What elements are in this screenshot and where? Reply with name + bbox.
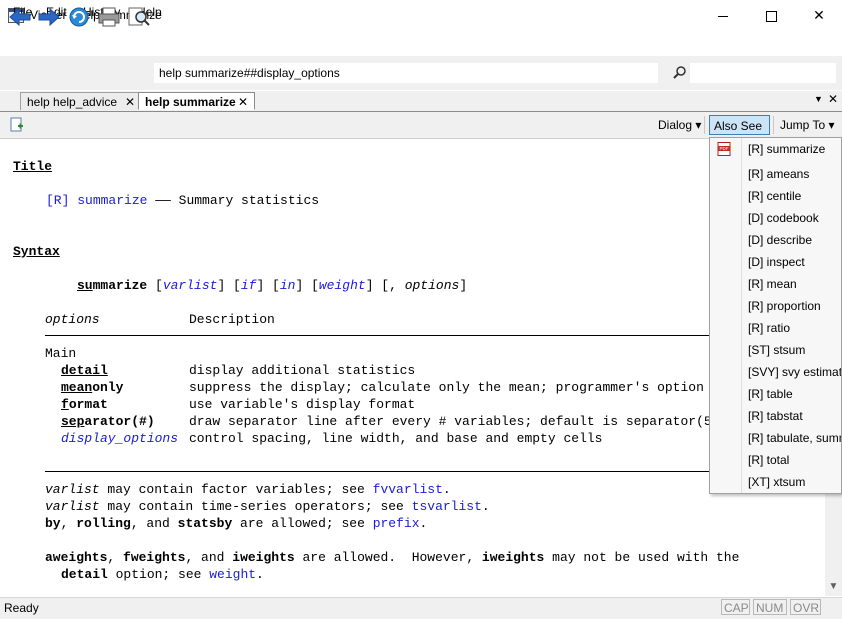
also-see-item[interactable]: [R] tabstat	[748, 405, 803, 427]
close-icon: ✕	[813, 7, 825, 23]
note-factor-variables: varlist may contain factor variables; se…	[45, 482, 451, 497]
note-weights: aweights, fweights, and iweights are all…	[45, 550, 740, 565]
also-see-button[interactable]: Also See ▾	[709, 115, 770, 153]
note-weights-cont: detail option; see weight.	[61, 567, 264, 582]
option-format: format	[61, 397, 108, 412]
group-main: Main	[45, 346, 77, 361]
option-detail: detail	[61, 363, 108, 378]
fvvarlist-link[interactable]: fvvarlist	[373, 482, 443, 497]
refresh-icon[interactable]	[67, 6, 91, 28]
also-see-item[interactable]: [R] mean	[748, 273, 797, 295]
minimize-button[interactable]	[700, 0, 746, 31]
varlist-link[interactable]: varlist	[163, 278, 218, 293]
scroll-down-icon[interactable]: ▼	[825, 578, 842, 595]
menu-bar	[0, 31, 842, 55]
find-document-icon[interactable]	[127, 6, 151, 28]
also-see-item[interactable]: [D] describe	[748, 229, 812, 251]
maximize-button[interactable]	[748, 0, 794, 31]
tab-close-icon[interactable]: ✕	[238, 93, 248, 111]
caps-lock-indicator: CAP	[721, 599, 750, 615]
also-see-item[interactable]: [R] centile	[748, 185, 801, 207]
weight-help-link[interactable]: weight	[209, 567, 256, 582]
syntax-line: summarize [varlist] [if] [in] [weight] […	[77, 278, 468, 293]
also-see-item[interactable]: [ST] stsum	[748, 339, 805, 361]
new-viewer-icon[interactable]	[10, 117, 24, 133]
toolbar-divider	[773, 116, 774, 134]
also-see-item[interactable]: [R] total	[748, 449, 789, 471]
help-content: Title [R] summarize —— Summary statistic…	[0, 139, 825, 596]
also-see-item[interactable]: [R] tabulate, summarize()	[748, 427, 841, 449]
table-header-description: Description	[189, 312, 275, 327]
also-see-item[interactable]: [R] ameans	[748, 163, 809, 185]
svg-text:PDF: PDF	[720, 146, 729, 151]
option-meanonly: meanonly	[61, 380, 124, 395]
divider	[45, 335, 825, 336]
display-options-desc: control spacing, line width, and base an…	[189, 431, 603, 446]
search-icon[interactable]	[672, 65, 688, 81]
divider	[45, 471, 825, 472]
note-time-series: varlist may contain time-series operator…	[45, 499, 490, 514]
back-arrow-icon[interactable]	[8, 6, 32, 28]
toolbar-divider	[704, 116, 705, 134]
manual-ref-link[interactable]: [R]	[46, 193, 69, 208]
also-see-item[interactable]: [D] inspect	[748, 251, 805, 273]
summarize-link[interactable]: summarize	[77, 193, 147, 208]
tab-label: help help_advice	[27, 95, 118, 109]
also-see-item[interactable]: [R] ratio	[748, 317, 790, 339]
tab-summarize[interactable]: help summarize ✕	[138, 92, 255, 110]
display-options-link[interactable]: display_options	[61, 430, 178, 447]
search-input[interactable]	[690, 63, 836, 83]
weight-link[interactable]: weight	[319, 278, 366, 293]
tab-help-advice[interactable]: help help_advice ✕	[20, 92, 142, 110]
tab-list-arrow-icon[interactable]: ▼	[814, 94, 823, 104]
minimize-icon	[718, 15, 728, 17]
also-see-item[interactable]: [R] table	[748, 383, 793, 405]
option-separator: separator(#)	[61, 414, 155, 429]
also-see-item[interactable]: [XT] xtsum	[748, 471, 805, 493]
close-window-button[interactable]: ✕	[796, 0, 842, 31]
option-format-desc: use variable's display format	[189, 397, 416, 412]
prefix-link[interactable]: prefix	[373, 516, 420, 531]
tsvarlist-link[interactable]: tsvarlist	[412, 499, 482, 514]
close-tab-icon[interactable]: ✕	[828, 92, 838, 106]
maximize-icon	[765, 10, 777, 22]
also-see-item[interactable]: [SVY] svy estimation	[748, 361, 841, 383]
forward-arrow-icon[interactable]	[37, 6, 61, 28]
command-input-text: help summarize##display_options	[159, 66, 340, 80]
status-text: Ready	[4, 601, 39, 615]
table-header-options: options	[45, 312, 100, 327]
note-prefixes: by, rolling, and statsby are allowed; se…	[45, 516, 428, 531]
title-heading: Title	[13, 159, 53, 174]
option-meanonly-desc: suppress the display; calculate only the…	[189, 380, 704, 395]
pdf-icon: PDF	[717, 142, 731, 156]
print-icon[interactable]	[97, 6, 121, 28]
title-line: [R] summarize —— Summary statistics	[46, 193, 320, 208]
also-see-item[interactable]: [R] summarize	[748, 138, 825, 160]
tab-label: help summarize	[145, 95, 236, 109]
menu-gutter-divider	[741, 138, 742, 493]
status-bar	[0, 597, 842, 619]
tab-close-icon[interactable]: ✕	[125, 93, 135, 111]
option-separator-desc: draw separator line after every # variab…	[189, 414, 720, 429]
overwrite-indicator: OVR	[790, 599, 821, 615]
jump-to-button[interactable]: Jump To ▾	[776, 115, 839, 135]
dialog-button[interactable]: Dialog ▾	[654, 115, 705, 135]
in-link[interactable]: in	[280, 278, 296, 293]
syntax-heading: Syntax	[13, 244, 60, 259]
also-see-dropdown: [R] summarize [R] ameans [R] centile [D]…	[709, 137, 842, 494]
also-see-item[interactable]: [R] proportion	[748, 295, 821, 317]
option-detail-desc: display additional statistics	[189, 363, 416, 378]
also-see-item[interactable]: [D] codebook	[748, 207, 819, 229]
num-lock-indicator: NUM	[753, 599, 787, 615]
if-link[interactable]: if	[241, 278, 257, 293]
